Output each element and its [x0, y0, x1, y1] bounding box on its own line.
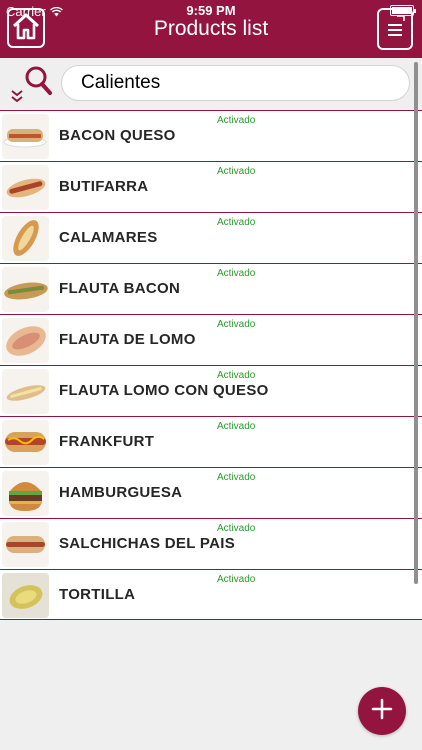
page-title: Products list	[153, 17, 269, 40]
product-thumbnail	[2, 471, 49, 516]
product-status: Activado	[217, 217, 256, 228]
search-filter-icon	[8, 66, 54, 109]
product-name: FLAUTA BACON	[59, 280, 181, 297]
product-row[interactable]: SALCHICHAS DEL PAIS Activado	[0, 518, 422, 569]
document-list-icon	[385, 14, 405, 44]
product-name: HAMBURGUESA	[59, 484, 183, 501]
product-name: CALAMARES	[59, 229, 158, 246]
app-header: Carrier 9:59 PM Products list	[0, 0, 422, 58]
product-row[interactable]: FLAUTA DE LOMO Activado	[0, 314, 422, 365]
product-thumbnail	[2, 369, 49, 414]
product-name: TORTILLA	[59, 586, 136, 603]
product-status: Activado	[217, 268, 256, 279]
scrollbar[interactable]	[414, 62, 418, 584]
products-list: BACON QUESO Activado BUTIFARRA Activado …	[0, 110, 422, 620]
clock: 9:59 PM	[186, 3, 236, 18]
product-name: FRANKFURT	[59, 433, 155, 450]
product-name: BACON QUESO	[59, 127, 176, 144]
menu-button[interactable]	[377, 8, 413, 50]
product-row[interactable]: TORTILLA Activado	[0, 569, 422, 620]
product-row[interactable]: FLAUTA LOMO CON QUESO Activado	[0, 365, 422, 416]
product-thumbnail	[2, 573, 49, 618]
product-row[interactable]: FRANKFURT Activado	[0, 416, 422, 467]
product-name: SALCHICHAS DEL PAIS	[59, 535, 235, 552]
product-status: Activado	[217, 421, 256, 432]
product-thumbnail	[2, 114, 49, 159]
product-thumbnail	[2, 267, 49, 312]
product-row[interactable]: CALAMARES Activado	[0, 212, 422, 263]
add-product-button[interactable]	[358, 687, 406, 735]
product-status: Activado	[217, 115, 256, 126]
product-thumbnail	[2, 165, 49, 210]
product-thumbnail	[2, 522, 49, 567]
product-row[interactable]: HAMBURGUESA Activado	[0, 467, 422, 518]
product-name: FLAUTA DE LOMO	[59, 331, 196, 348]
search-bar: Calientes	[0, 58, 422, 110]
product-status: Activado	[217, 574, 256, 585]
search-filter-button[interactable]	[8, 63, 54, 105]
product-name: FLAUTA LOMO CON QUESO	[59, 382, 269, 399]
product-row[interactable]: BACON QUESO Activado	[0, 110, 422, 161]
product-thumbnail	[2, 318, 49, 363]
product-row[interactable]: FLAUTA BACON Activado	[0, 263, 422, 314]
product-row[interactable]: BUTIFARRA Activado	[0, 161, 422, 212]
product-status: Activado	[217, 166, 256, 177]
product-status: Activado	[217, 472, 256, 483]
product-status: Activado	[217, 370, 256, 381]
product-thumbnail	[2, 216, 49, 261]
product-status: Activado	[217, 523, 256, 534]
product-name: BUTIFARRA	[59, 178, 149, 195]
search-input[interactable]: Calientes	[61, 65, 410, 101]
product-status: Activado	[217, 319, 256, 330]
plus-icon	[371, 698, 393, 725]
product-thumbnail	[2, 420, 49, 465]
